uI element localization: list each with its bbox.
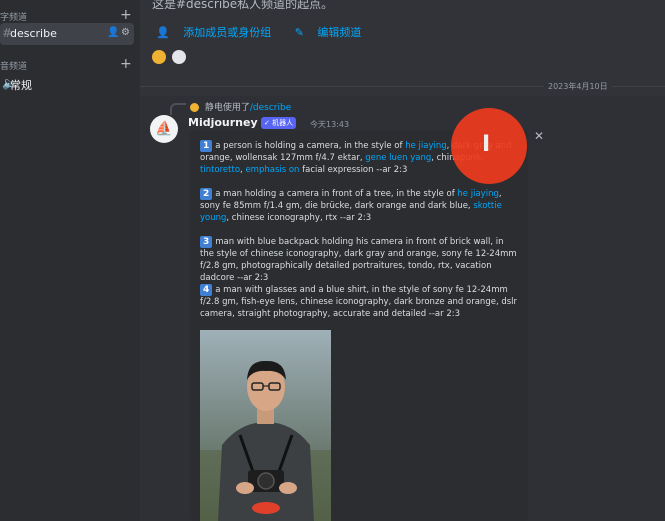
timestamp: 今天13:43 [310,120,350,129]
channel-item-general-voice[interactable]: 🔈 常规 [0,73,134,95]
artist-link[interactable]: gene luen yang [365,153,431,163]
channel-intro-text: 这是#describe私人频道的起点。 [152,0,334,11]
avatar[interactable] [152,50,166,64]
item-number: 4 [200,284,213,296]
channel-name: describe [10,27,57,40]
add-members-label: 添加成员或身份组 [183,26,272,39]
channel-item-describe[interactable]: # describe 👤 ⚙ [0,23,134,45]
avatar[interactable] [171,50,186,64]
item-number: 1 [200,140,213,152]
reply-reference[interactable]: 静电使用了/describe [190,100,291,113]
artist-link[interactable]: he jiaying [405,141,446,151]
add-members-button[interactable]: 👤 添加成员或身份组 [156,26,285,39]
artist-link[interactable]: he jiaying [457,189,498,199]
portrait-illustration [200,330,331,521]
item-text: a person is holding a camera, in the sty… [215,141,406,151]
channel-sidebar: 字频道 + # describe 👤 ⚙ 音频道 + 🔈 常规 [0,0,140,521]
person-icon: 👤 [156,26,170,39]
item-text: a man holding a camera in front of a tre… [215,189,458,199]
bot-avatar-icon[interactable]: ⛵ [150,115,178,143]
reply-connector [170,103,186,115]
item-text: man with blue backpack holding his camer… [200,237,517,283]
voice-channels-label: 音频道 [0,62,28,72]
artist-link[interactable]: emphasis on [245,165,299,175]
item-text: a man with glasses and a blue shirt, in … [200,285,518,319]
item-number: 3 [200,236,213,248]
text-cursor-icon: I [482,132,491,157]
add-text-channel-icon[interactable]: + [120,7,132,23]
close-icon[interactable]: ✕ [534,129,544,143]
text-channels-label: 字频道 [0,13,28,23]
pencil-icon: ✎ [294,26,304,39]
reply-avatar [190,103,199,112]
item-text: , chinese iconography, rtx --ar 2:3 [226,213,372,223]
voice-channel-name: 常规 [10,79,32,92]
list-item: 3 man with blue backpack holding his came… [200,236,520,284]
describe-embed: 1a person is holding a camera, in the st… [190,130,528,521]
chat-area: 这是#describe私人频道的起点。 👤 添加成员或身份组 ✎ 编辑频道 20… [140,0,665,521]
artist-link[interactable]: tintoretto [200,165,240,175]
item-number: 2 [200,188,213,200]
bot-badge: ✓ 机器人 [261,117,297,129]
list-item: 4a man with glasses and a blue shirt, in… [200,284,520,320]
list-item: 2a man holding a camera in front of a tr… [200,188,520,224]
generated-photo[interactable] [200,330,331,521]
voice-channels-category[interactable]: 音频道 + [0,56,132,72]
text-channels-category[interactable]: 字频道 + [0,7,132,23]
add-voice-channel-icon[interactable]: + [120,56,132,72]
reply-command[interactable]: /describe [250,103,291,113]
member-avatars [152,50,188,64]
invite-member-icon[interactable]: 👤 [107,27,119,38]
item-text: facial expression --ar 2:3 [299,165,408,175]
edit-channel-button[interactable]: ✎ 编辑频道 [295,26,372,39]
edit-channel-label: 编辑频道 [317,26,362,39]
intro-actions: 👤 添加成员或身份组 ✎ 编辑频道 [156,24,381,40]
reply-user: 静电使用了 [204,103,250,113]
date-label: 2023年4月10日 [544,81,612,92]
settings-gear-icon[interactable]: ⚙ [121,27,130,38]
